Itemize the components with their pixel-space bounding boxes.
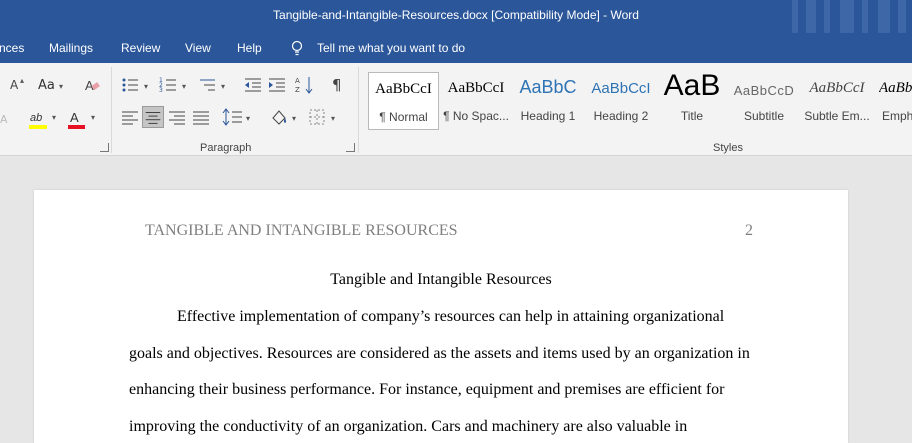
chevron-down-icon: ▾	[91, 113, 96, 122]
ribbon-tabs: nces Mailings Review View Help Tell me w…	[0, 33, 912, 63]
tab-view[interactable]: View	[185, 41, 211, 55]
svg-text:3: 3	[159, 87, 163, 94]
style-normal[interactable]: AaBbCcI ¶ Normal	[368, 72, 439, 130]
align-right-icon[interactable]	[166, 106, 188, 128]
grow-font-button[interactable]: A	[10, 78, 18, 92]
chevron-down-icon: ▾	[221, 82, 226, 91]
style-heading-2[interactable]: AaBbCcI Heading 2	[586, 72, 656, 130]
paragraph-dialog-launcher[interactable]	[346, 143, 355, 152]
window-title: Tangible-and-Intangible-Resources.docx […	[273, 8, 639, 22]
clear-formatting-icon[interactable]: A	[84, 77, 100, 93]
body-line: improving the conductivity of an organiz…	[129, 418, 688, 435]
svg-text:A: A	[295, 77, 300, 85]
chevron-down-icon: ▾	[59, 82, 64, 91]
svg-text:Z: Z	[295, 86, 300, 94]
justify-icon[interactable]	[190, 106, 212, 128]
document-page[interactable]: TANGIBLE AND INTANGIBLE RESOURCES 2 Tang…	[34, 190, 848, 443]
lightbulb-icon[interactable]	[290, 40, 304, 56]
paragraph-group-label: Paragraph	[200, 142, 252, 154]
style-heading-1[interactable]: AaBbC Heading 1	[513, 72, 583, 130]
chevron-down-icon: ▾	[144, 82, 149, 91]
tab-help[interactable]: Help	[237, 41, 262, 55]
body-line: goals and objectives. Resources are cons…	[129, 345, 750, 362]
body-line: enhancing their business performance. Fo…	[129, 381, 725, 398]
style-title[interactable]: AaB Title	[658, 69, 726, 130]
align-center-icon[interactable]	[142, 106, 164, 128]
style-emphasis[interactable]: AaBb Emph	[875, 72, 912, 130]
group-separator	[358, 67, 359, 153]
chevron-down-icon: ▾	[52, 113, 57, 122]
title-bar-decoration	[782, 0, 912, 33]
bullets-icon[interactable]	[120, 74, 142, 96]
line-spacing-icon[interactable]	[222, 106, 244, 128]
highlight-color-icon[interactable]: ab	[29, 109, 49, 131]
font-color-icon[interactable]: A	[68, 109, 86, 131]
align-left-icon[interactable]	[119, 106, 141, 128]
multilevel-list-icon[interactable]	[197, 74, 219, 96]
svg-text:ab: ab	[30, 112, 42, 124]
chevron-up-icon: ▴	[20, 76, 25, 85]
change-case-button[interactable]: Aa	[38, 78, 55, 93]
body-line: Effective implementation of company’s re…	[177, 308, 725, 325]
document-title: Tangible and Intangible Resources	[330, 271, 552, 288]
font-color-left-icon: A	[0, 113, 8, 126]
style-subtitle[interactable]: AaBbCcD Subtitle	[729, 72, 799, 130]
svg-text:A: A	[70, 110, 79, 125]
chevron-down-icon: ▾	[246, 114, 251, 123]
tab-mailings[interactable]: Mailings	[49, 41, 93, 55]
sort-icon[interactable]: AZ	[294, 74, 316, 96]
page-header-text: TANGIBLE AND INTANGIBLE RESOURCES	[145, 222, 458, 239]
increase-indent-icon[interactable]	[266, 74, 288, 96]
group-separator	[111, 67, 112, 153]
chevron-down-icon: ▾	[292, 114, 297, 123]
numbering-icon[interactable]: 1 2 3	[158, 74, 180, 96]
title-bar: Tangible-and-Intangible-Resources.docx […	[0, 0, 912, 33]
shading-icon[interactable]	[268, 106, 290, 128]
chevron-down-icon: ▾	[182, 82, 187, 91]
style-subtle-emphasis[interactable]: AaBbCcI Subtle Em...	[801, 72, 873, 130]
styles-group-label: Styles	[713, 142, 743, 154]
page-number: 2	[745, 222, 753, 239]
tab-review[interactable]: Review	[121, 41, 160, 55]
tell-me-search[interactable]: Tell me what you want to do	[317, 41, 465, 55]
chevron-down-icon: ▾	[331, 114, 336, 123]
styles-gallery: AaBbCcI ¶ Normal AaBbCcI ¶ No Spac... Aa…	[368, 69, 912, 130]
tab-references[interactable]: nces	[0, 41, 24, 55]
font-dialog-launcher[interactable]	[100, 143, 109, 152]
style-no-spacing[interactable]: AaBbCcI ¶ No Spac...	[441, 72, 511, 130]
decrease-indent-icon[interactable]	[242, 74, 264, 96]
show-formatting-marks-button[interactable]: ¶	[332, 76, 342, 94]
borders-icon[interactable]	[306, 106, 328, 128]
